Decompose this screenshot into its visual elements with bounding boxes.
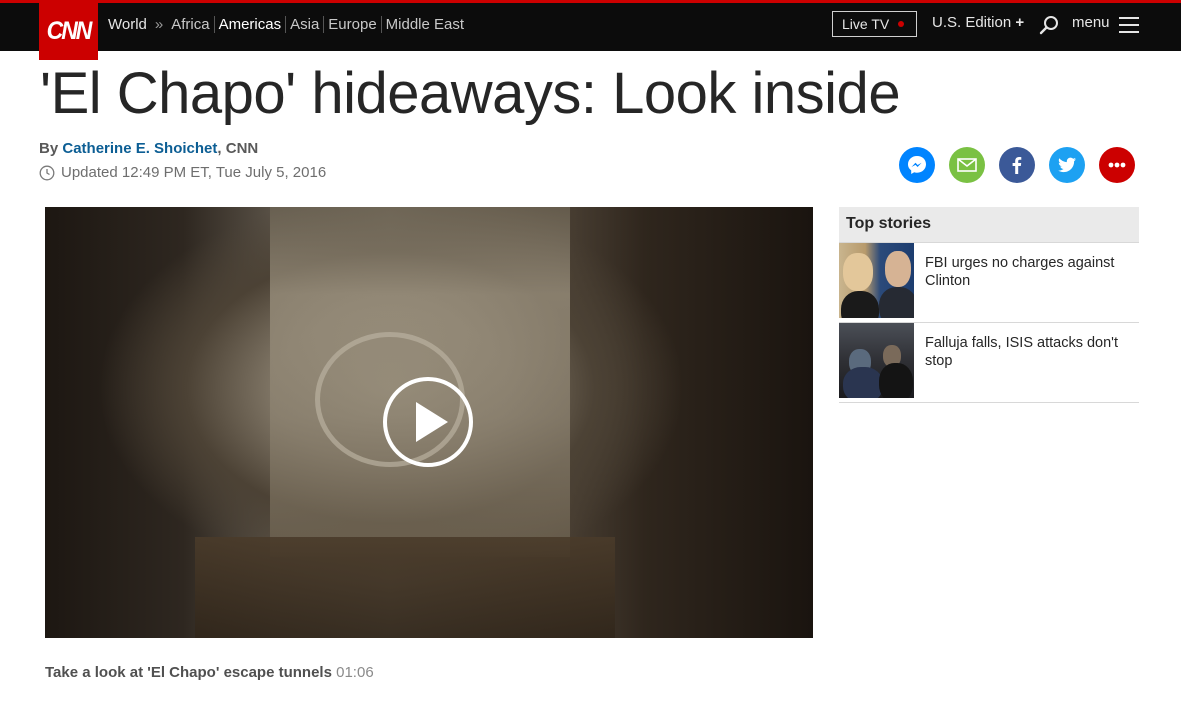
story-headline[interactable]: Falluja falls, ISIS attacks don't stop [914, 323, 1139, 402]
video-caption-text: Take a look at 'El Chapo' escape tunnels [45, 664, 332, 681]
cnn-logo[interactable]: CNN [39, 1, 98, 60]
video-caption[interactable]: Take a look at 'El Chapo' escape tunnels… [45, 664, 374, 681]
video-duration: 01:06 [336, 664, 374, 681]
share-twitter-button[interactable] [1049, 147, 1085, 183]
byline-source: , CNN [217, 140, 259, 157]
story-item[interactable]: Falluja falls, ISIS attacks don't stop [839, 323, 1139, 403]
menu-label[interactable]: menu [1072, 14, 1110, 31]
video-player[interactable] [45, 207, 813, 638]
story-headline[interactable]: FBI urges no charges against Clinton [914, 243, 1139, 322]
nav-middle-east-link[interactable]: Middle East [380, 15, 468, 33]
nav-asia-link[interactable]: Asia [285, 15, 323, 33]
edition-selector[interactable]: U.S. Edition + [932, 14, 1024, 31]
email-icon [957, 158, 977, 172]
search-icon[interactable] [1039, 15, 1059, 35]
author-link[interactable]: Catherine E. Shoichet [62, 140, 217, 157]
page-title: 'El Chapo' hideaways: Look inside [40, 61, 901, 126]
top-stories-header: Top stories [839, 207, 1139, 243]
nav-africa-link[interactable]: Africa [171, 16, 213, 33]
share-facebook-button[interactable] [999, 147, 1035, 183]
section-nav: World » Africa Americas Asia Europe Midd… [108, 0, 468, 48]
clock-icon [39, 165, 55, 180]
twitter-icon [1058, 157, 1076, 173]
edition-label: U.S. Edition [932, 14, 1012, 31]
share-more-button[interactable] [1099, 147, 1135, 183]
messenger-icon [908, 156, 926, 174]
story-thumbnail[interactable] [839, 243, 914, 318]
more-dots-icon [1108, 162, 1126, 168]
share-email-button[interactable] [949, 147, 985, 183]
byline: By Catherine E. Shoichet, CNN [39, 140, 258, 157]
story-item[interactable]: FBI urges no charges against Clinton [839, 243, 1139, 323]
updated-text: Updated 12:49 PM ET, Tue July 5, 2016 [61, 164, 327, 181]
share-messenger-button[interactable] [899, 147, 935, 183]
video-still-floor [195, 537, 615, 638]
play-icon[interactable] [383, 377, 473, 467]
live-indicator-icon [898, 21, 905, 27]
edition-plus-icon: + [1015, 14, 1025, 31]
top-stories-panel: Top stories FBI urges no charges against… [839, 207, 1139, 403]
facebook-icon [1012, 157, 1022, 174]
update-timestamp: Updated 12:49 PM ET, Tue July 5, 2016 [39, 164, 326, 181]
nav-americas-link[interactable]: Americas [213, 15, 286, 33]
hamburger-menu-icon[interactable] [1119, 17, 1139, 33]
story-thumbnail[interactable] [839, 323, 914, 398]
nav-world-link[interactable]: World [108, 16, 147, 33]
nav-europe-link[interactable]: Europe [323, 15, 380, 33]
live-tv-button[interactable]: Live TV [832, 11, 917, 37]
live-tv-label: Live TV [842, 16, 890, 32]
breadcrumb-separator: » [154, 15, 164, 33]
by-prefix: By [39, 140, 59, 157]
